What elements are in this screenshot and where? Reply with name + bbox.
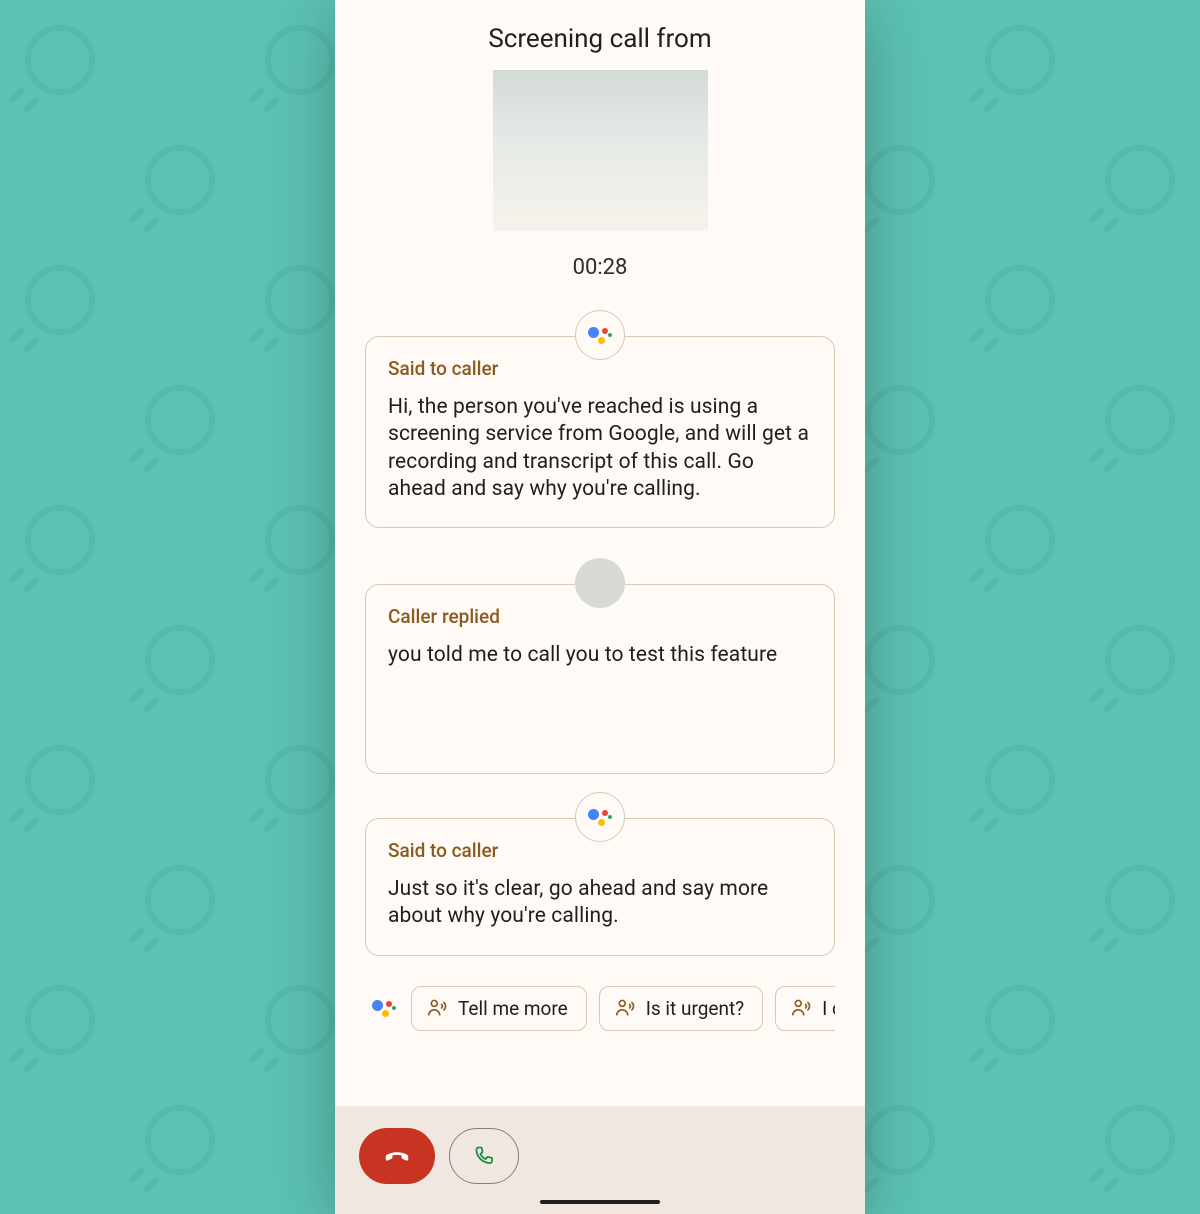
transcript-body: Hi, the person you've reached is using a… (388, 394, 812, 503)
call-timer: 00:28 (365, 255, 835, 280)
transcript-label: Caller replied (388, 605, 812, 628)
transcript-body: you told me to call you to test this fea… (388, 642, 812, 669)
transcript-label: Said to caller (388, 357, 812, 380)
transcript-label: Said to caller (388, 839, 812, 862)
reply-chip-tell-me-more[interactable]: Tell me more (411, 986, 587, 1031)
reply-chip-label: Is it urgent? (646, 997, 744, 1020)
nav-home-indicator[interactable] (540, 1200, 660, 1204)
answer-button[interactable] (449, 1128, 519, 1184)
transcript-body: Just so it's clear, go ahead and say mor… (388, 876, 812, 931)
caller-photo (493, 70, 708, 231)
phone-screen: Screening call from 00:28 Said to caller… (335, 0, 865, 1214)
assistant-icon (575, 310, 625, 360)
assistant-icon (575, 792, 625, 842)
reply-chip-label: Tell me more (458, 997, 568, 1020)
reply-chip-i-cant[interactable]: I can't (775, 986, 835, 1031)
reply-chip-label: I can't (822, 997, 835, 1020)
transcript-item-caller: Caller replied you told me to call you t… (365, 584, 835, 774)
reply-chip-is-it-urgent[interactable]: Is it urgent? (599, 986, 763, 1031)
suggested-replies-row[interactable]: Tell me more Is it urgent? I can't (365, 986, 835, 1031)
voice-person-icon (614, 997, 636, 1019)
voice-person-icon (790, 997, 812, 1019)
transcript-scroll[interactable]: Screening call from 00:28 Said to caller… (335, 0, 865, 1106)
hangup-icon (382, 1141, 412, 1171)
transcript-item-assistant: Said to caller Hi, the person you've rea… (365, 336, 835, 528)
call-action-bar (335, 1106, 865, 1214)
screen-title: Screening call from (365, 24, 835, 54)
caller-avatar-icon (575, 558, 625, 608)
hangup-button[interactable] (359, 1128, 435, 1184)
assistant-icon (369, 993, 399, 1023)
voice-person-icon (426, 997, 448, 1019)
transcript-item-assistant: Said to caller Just so it's clear, go ah… (365, 818, 835, 956)
phone-icon (472, 1144, 496, 1168)
